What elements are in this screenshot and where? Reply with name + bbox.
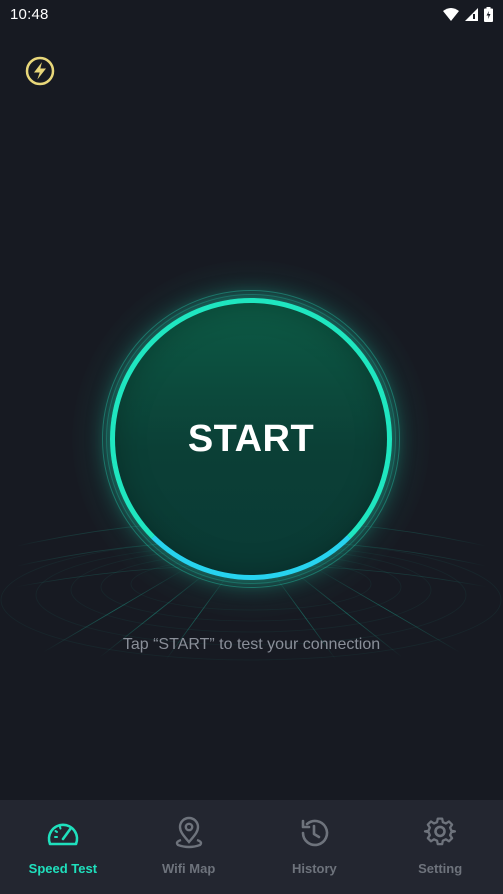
- nav-label-setting: Setting: [418, 861, 463, 876]
- lightning-bolt-icon: [24, 55, 56, 87]
- history-icon: [297, 816, 331, 850]
- speedometer-icon: [46, 816, 80, 850]
- start-area: START: [72, 260, 430, 618]
- start-button[interactable]: START: [110, 298, 392, 580]
- nav-label-speed-test: Speed Test: [28, 861, 98, 876]
- start-hint: Tap “START” to test your connection: [122, 636, 381, 653]
- nav-item-setting[interactable]: Setting: [377, 800, 503, 894]
- battery-icon: [484, 6, 493, 22]
- start-label: START: [187, 417, 315, 460]
- gear-icon: [423, 816, 457, 850]
- nav-item-speed-test[interactable]: Speed Test: [0, 800, 126, 894]
- nav-label-history: History: [291, 861, 337, 876]
- status-time: 10:48: [10, 5, 49, 23]
- nav-item-wifi-map[interactable]: Wifi Map: [126, 800, 252, 894]
- status-bar: 10:48: [0, 0, 503, 28]
- wifi-icon: [443, 7, 459, 21]
- signal-icon: [465, 7, 478, 21]
- nav-label-wifi-map: Wifi Map: [161, 861, 216, 876]
- nav-item-history[interactable]: History: [252, 800, 378, 894]
- status-icons: [443, 6, 493, 22]
- map-pin-icon: [172, 816, 206, 850]
- bottom-nav: Speed Test Wifi Map History Setting: [0, 800, 503, 894]
